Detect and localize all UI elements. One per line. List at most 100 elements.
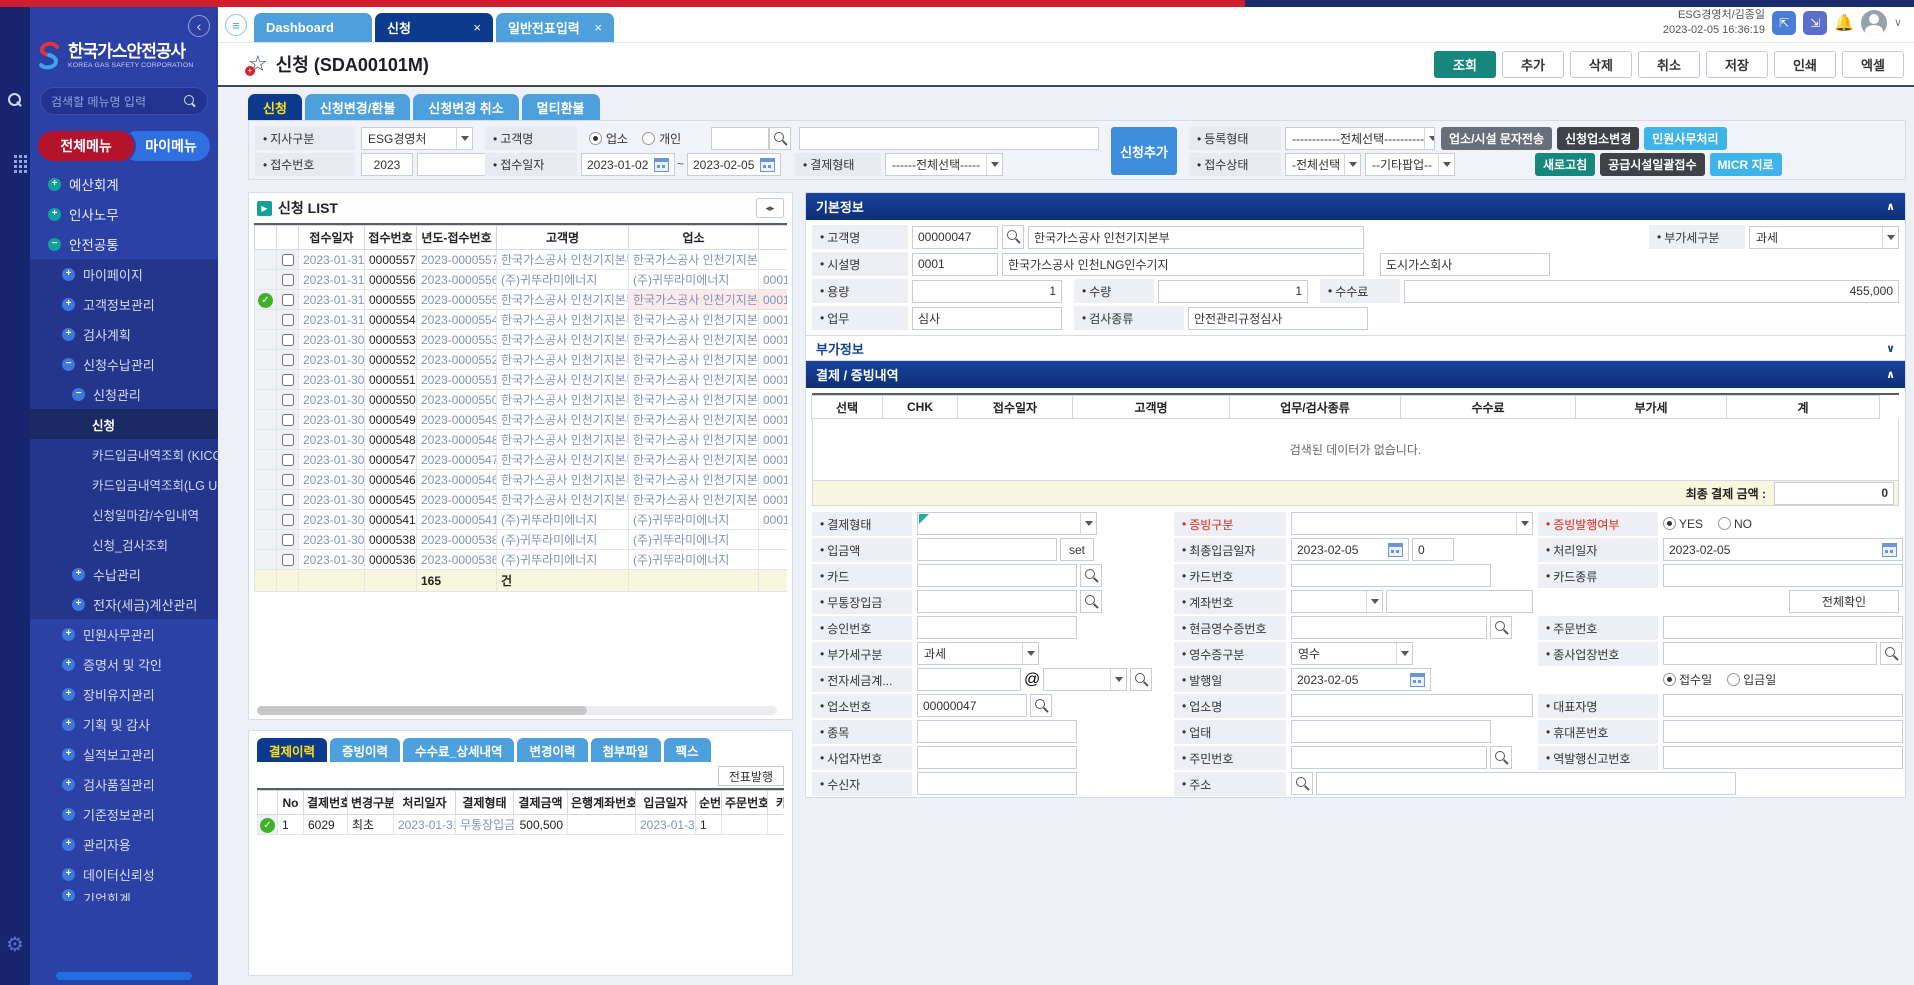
resident-no-input[interactable]	[1291, 746, 1487, 769]
receipt-status-select2[interactable]: --기타팝업--	[1365, 153, 1455, 176]
table-row[interactable]: 2023-01-3000005482023-0000548한국가스공사 인천기지…	[255, 430, 788, 450]
issue-date-input[interactable]: 2023-02-05	[1291, 668, 1431, 691]
sidebar-item[interactable]: 카드입금내역조회 (KICC)	[30, 439, 218, 469]
row-checkbox[interactable]	[282, 294, 294, 306]
window-tab-3[interactable]: 일반전표입력×	[496, 13, 614, 42]
toolbar-button-7[interactable]: 엑셀	[1842, 51, 1904, 78]
last-deposit-date[interactable]: 2023-02-05	[1291, 538, 1409, 561]
sidebar-item[interactable]: +기획 및 감사	[30, 709, 218, 739]
row-checkbox[interactable]	[282, 414, 294, 426]
window-tab-1[interactable]: Dashboard	[254, 13, 372, 42]
facility-company[interactable]: 도시가스회사	[1380, 253, 1550, 276]
bank-transfer-input[interactable]	[917, 590, 1077, 613]
basic-info-header[interactable]: 기본정보∧	[806, 193, 1905, 220]
sidebar-item[interactable]: +고객정보관리	[30, 289, 218, 319]
biz-no-input[interactable]	[917, 746, 1077, 769]
table-row[interactable]: 2023-01-3100005542023-0000554한국가스공사 인천기지…	[255, 310, 788, 330]
set-button[interactable]: set	[1060, 538, 1094, 561]
menu-search-box[interactable]: 검색할 메뉴명 입력	[40, 87, 208, 115]
my-menu-button[interactable]: 마이메뉴	[122, 131, 210, 161]
row-checkbox[interactable]	[282, 354, 294, 366]
sub-biz-input[interactable]	[1663, 642, 1877, 665]
order-input[interactable]	[1663, 616, 1903, 639]
radio-business[interactable]	[589, 132, 602, 145]
sidebar-collapse-button[interactable]: ‹	[188, 15, 210, 37]
history-tab-1[interactable]: 결제이력	[257, 738, 327, 762]
table-row[interactable]: 2023-01-3000005472023-0000547한국가스공사 인천기지…	[255, 450, 788, 470]
search-icon[interactable]	[1080, 590, 1102, 613]
etax-domain-select[interactable]	[1043, 668, 1127, 691]
shop-name-input[interactable]	[1291, 694, 1533, 717]
ceo-input[interactable]	[1663, 694, 1903, 717]
customer-name-input[interactable]	[799, 127, 1099, 150]
table-row[interactable]: 2023-01-3000005532023-0000553한국가스공사 인천기지…	[255, 330, 788, 350]
table-row[interactable]: 2023-01-3100005562023-0000556(주)귀뚜라미에너지(…	[255, 270, 788, 290]
sidebar-item[interactable]: +검사계획	[30, 319, 218, 349]
search-icon[interactable]	[1002, 225, 1024, 249]
pay-type-select[interactable]	[917, 512, 1097, 535]
sidebar-item[interactable]: −안전공통	[30, 229, 218, 259]
split-pane-icon[interactable]: ◂▸	[756, 198, 784, 218]
row-checkbox[interactable]	[282, 374, 294, 386]
receipt-date-from[interactable]: 2023-01-02	[581, 153, 675, 176]
address-input[interactable]	[1316, 772, 1736, 795]
sidebar-item[interactable]: +인사노무	[30, 199, 218, 229]
hamburger-icon[interactable]: ≡	[225, 14, 247, 36]
sidebar-scrollbar[interactable]	[56, 972, 192, 980]
row-checkbox[interactable]	[282, 514, 294, 526]
sidebar-item[interactable]: +민원사무관리	[30, 619, 218, 649]
sidebar-item[interactable]: 신청	[30, 409, 218, 439]
row-checkbox[interactable]	[282, 554, 294, 566]
toolbar-button-2[interactable]: 추가	[1502, 51, 1564, 78]
search-icon[interactable]	[1130, 668, 1152, 691]
search-icon[interactable]	[1291, 772, 1313, 795]
sidebar-item[interactable]: −신청수납관리	[30, 349, 218, 379]
filter-action-button[interactable]: 공급시설일괄접수	[1600, 153, 1704, 176]
toolbar-button-5[interactable]: 저장	[1706, 51, 1768, 78]
receipt-date-to[interactable]: 2023-02-05	[687, 153, 781, 176]
sidebar-item[interactable]: +장비유지관리	[30, 679, 218, 709]
sidebar-item[interactable]: +전자(세금)계산관리	[30, 589, 218, 619]
radio-personal[interactable]	[642, 132, 655, 145]
row-checkbox[interactable]	[282, 434, 294, 446]
favorite-star-icon[interactable]: ☆	[248, 53, 268, 75]
horizontal-scrollbar[interactable]	[257, 706, 777, 715]
search-icon[interactable]	[184, 95, 197, 108]
payment-proof-header[interactable]: 결제 / 증빙내역∧	[806, 361, 1905, 388]
close-icon[interactable]: ×	[473, 20, 481, 35]
facility-code[interactable]: 0001	[912, 253, 998, 276]
row-checkbox[interactable]	[282, 534, 294, 546]
table-row[interactable]: 2023-01-3000005502023-0000550한국가스공사 인천기지…	[255, 390, 788, 410]
etax-input[interactable]	[917, 668, 1021, 691]
toolbar-button-3[interactable]: 삭제	[1570, 51, 1632, 78]
search-icon[interactable]	[1880, 642, 1902, 665]
check-all-button[interactable]: 전체확인	[1789, 590, 1899, 613]
bell-icon[interactable]: 🔔	[1834, 13, 1854, 33]
proc-date-input[interactable]: 2023-02-05	[1663, 538, 1903, 561]
customer-name[interactable]: 한국가스공사 인천기지본부	[1028, 226, 1364, 249]
extra-info-header[interactable]: 부가정보∨	[806, 335, 1905, 361]
gear-icon[interactable]: ⚙	[6, 932, 24, 957]
toolbar-button-4[interactable]: 취소	[1638, 51, 1700, 78]
sidebar-item[interactable]: 신청일마감/수입내역	[30, 499, 218, 529]
radio-receipt-date[interactable]	[1663, 673, 1676, 686]
sidebar-item[interactable]: +마이페이지	[30, 259, 218, 289]
receipt-kind-select[interactable]: 영수	[1291, 642, 1413, 665]
subtab-1[interactable]: 신청	[248, 94, 302, 120]
item-input[interactable]	[917, 720, 1077, 743]
last-deposit-extra[interactable]: 0	[1412, 538, 1454, 561]
table-row[interactable]: 2023-01-3000005362023-0000536(주)귀뚜라미에너지(…	[255, 550, 788, 570]
calendar-icon[interactable]	[1882, 543, 1897, 557]
row-checkbox[interactable]	[282, 314, 294, 326]
capacity-value[interactable]: 1	[912, 280, 1062, 303]
card-kind-input[interactable]	[1663, 564, 1903, 587]
filter-action-button[interactable]: 업소/시설 문자전송	[1441, 127, 1552, 150]
row-checkbox[interactable]	[282, 274, 294, 286]
radio-deposit-date[interactable]	[1727, 673, 1740, 686]
search-icon[interactable]	[8, 93, 22, 107]
slip-issue-button[interactable]: 전표발행	[718, 766, 784, 786]
sidebar-item[interactable]: +검사품질관리	[30, 769, 218, 799]
mobile-input[interactable]	[1663, 720, 1903, 743]
inspect-value[interactable]: 안전관리규정심사	[1188, 307, 1368, 330]
history-tab-3[interactable]: 수수료_상세내역	[403, 738, 514, 762]
